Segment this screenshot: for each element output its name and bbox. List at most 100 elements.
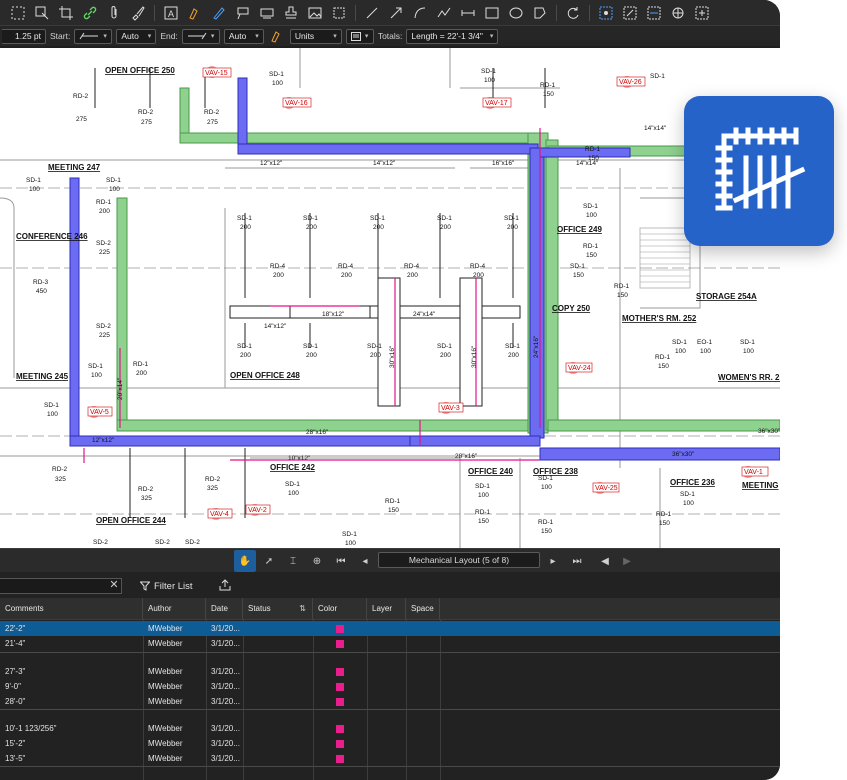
navigation-bar: ✋ ➚ ⌶ ⊕ ⏮ ◂ Mechanical Layout (5 of 8) ▸… bbox=[0, 548, 780, 572]
table-row[interactable]: 9'-0" MWebber 3/1/20... bbox=[0, 679, 780, 694]
svg-text:SD-1: SD-1 bbox=[237, 215, 252, 222]
svg-text:CONFERENCE 246: CONFERENCE 246 bbox=[16, 232, 88, 241]
totals-select[interactable]: Length = 22'-1 3/4" ▾ bbox=[406, 28, 499, 44]
svg-text:RD-1: RD-1 bbox=[656, 511, 672, 518]
calibrate-icon[interactable] bbox=[690, 2, 714, 24]
fill-color-icon[interactable] bbox=[268, 25, 286, 47]
brush-icon[interactable] bbox=[126, 2, 150, 24]
svg-text:10"x12": 10"x12" bbox=[288, 455, 311, 462]
forward-view-icon[interactable]: ▶ bbox=[616, 550, 638, 572]
column-author[interactable]: Author bbox=[143, 598, 206, 620]
column-space[interactable]: Space bbox=[406, 598, 440, 620]
previous-page-icon[interactable]: ◂ bbox=[354, 550, 376, 572]
callout-icon[interactable] bbox=[231, 2, 255, 24]
start-label: Start: bbox=[50, 31, 71, 41]
polygon-icon[interactable] bbox=[528, 2, 552, 24]
column-date[interactable]: Date bbox=[206, 598, 243, 620]
count-icon[interactable] bbox=[594, 2, 618, 24]
close-icon[interactable]: ✕ bbox=[106, 578, 122, 594]
start-auto-select[interactable]: Auto ▾ bbox=[116, 28, 157, 44]
author-cell: MWebber bbox=[148, 639, 183, 648]
totals-label: Totals: bbox=[377, 31, 403, 41]
zoom-icon[interactable]: ⊕ bbox=[306, 550, 328, 572]
svg-text:OFFICE 240: OFFICE 240 bbox=[468, 467, 513, 476]
measure-length-icon[interactable] bbox=[456, 2, 480, 24]
column-color[interactable]: Color bbox=[313, 598, 367, 620]
line-icon[interactable] bbox=[360, 2, 384, 24]
units-select[interactable]: Units ▾ bbox=[289, 28, 342, 44]
svg-text:OFFICE 236: OFFICE 236 bbox=[670, 478, 715, 487]
svg-text:SD-1: SD-1 bbox=[680, 491, 695, 498]
svg-text:VAV-17: VAV-17 bbox=[485, 100, 508, 107]
region-icon[interactable] bbox=[327, 2, 351, 24]
drawing-canvas[interactable]: VAV-15 VAV-16 VAV-17 VAV-26 VAV-5 VAV-3 … bbox=[0, 48, 780, 548]
rotate-icon[interactable] bbox=[561, 2, 585, 24]
rectangle-icon[interactable] bbox=[480, 2, 504, 24]
table-row[interactable]: 22'-2" MWebber 3/1/20... bbox=[0, 621, 780, 636]
highlighter-icon[interactable] bbox=[183, 2, 207, 24]
first-page-icon[interactable]: ⏮ bbox=[330, 550, 352, 572]
next-page-icon[interactable]: ▸ bbox=[542, 550, 564, 572]
end-auto-select[interactable]: Auto ▾ bbox=[223, 28, 264, 44]
markup-icon[interactable] bbox=[30, 2, 54, 24]
svg-text:SD-1: SD-1 bbox=[583, 203, 598, 210]
last-page-icon[interactable]: ⏭ bbox=[566, 550, 588, 572]
angle-icon[interactable] bbox=[666, 2, 690, 24]
column-status[interactable]: Status ⇅ bbox=[243, 598, 313, 620]
page-selector[interactable]: Mechanical Layout (5 of 8) bbox=[378, 552, 540, 568]
column-comments[interactable]: Comments bbox=[0, 598, 143, 620]
table-row[interactable]: 13'-5" MWebber 3/1/20... bbox=[0, 751, 780, 766]
table-row[interactable]: 21'-4" MWebber 3/1/20... bbox=[0, 636, 780, 651]
perimeter-icon[interactable] bbox=[642, 2, 666, 24]
svg-text:200: 200 bbox=[507, 224, 518, 231]
svg-text:12"x12": 12"x12" bbox=[260, 160, 283, 167]
svg-text:200: 200 bbox=[273, 272, 284, 279]
table-row[interactable]: 27'-3" MWebber 3/1/20... bbox=[0, 664, 780, 679]
select-pointer-icon[interactable]: ➚ bbox=[258, 550, 280, 572]
svg-text:SD-2: SD-2 bbox=[96, 323, 111, 330]
svg-text:200: 200 bbox=[370, 352, 381, 359]
pan-hand-icon[interactable]: ✋ bbox=[234, 550, 256, 572]
svg-text:VAV-2: VAV-2 bbox=[248, 507, 267, 514]
start-auto-value: Auto bbox=[121, 31, 139, 41]
markups-table-header: Comments Author Date Status ⇅ Color Layer… bbox=[0, 598, 780, 620]
layout-select[interactable]: ▾ bbox=[345, 28, 374, 44]
column-layer[interactable]: Layer bbox=[367, 598, 406, 620]
stamp-icon[interactable] bbox=[279, 2, 303, 24]
polyline-icon[interactable] bbox=[432, 2, 456, 24]
svg-text:SD-1: SD-1 bbox=[475, 483, 490, 490]
arc-icon[interactable] bbox=[408, 2, 432, 24]
line-width-field[interactable]: 1.25 pt bbox=[2, 28, 46, 44]
application-window: A 1.25 pt Start: ▾ Auto ▾ End: ▾ Auto ▾ bbox=[0, 0, 780, 780]
text-box-icon[interactable]: A bbox=[159, 2, 183, 24]
svg-text:VAV-24: VAV-24 bbox=[568, 365, 591, 372]
export-icon[interactable] bbox=[218, 578, 232, 592]
crop-icon[interactable] bbox=[54, 2, 78, 24]
attach-icon[interactable] bbox=[102, 2, 126, 24]
svg-text:100: 100 bbox=[288, 490, 299, 497]
search-input[interactable] bbox=[0, 578, 122, 594]
select-area-icon[interactable] bbox=[6, 2, 30, 24]
svg-text:100: 100 bbox=[586, 212, 597, 219]
end-style-select[interactable]: ▾ bbox=[181, 28, 220, 44]
area-icon[interactable] bbox=[618, 2, 642, 24]
table-row[interactable]: 10'-1 123/256" MWebber 3/1/20... bbox=[0, 721, 780, 736]
start-style-select[interactable]: ▾ bbox=[74, 28, 113, 44]
table-row[interactable]: 28'-0" MWebber 3/1/20... bbox=[0, 694, 780, 709]
ellipse-icon[interactable] bbox=[504, 2, 528, 24]
svg-text:100: 100 bbox=[47, 411, 58, 418]
back-view-icon[interactable]: ◀ bbox=[594, 550, 616, 572]
image-icon[interactable] bbox=[303, 2, 327, 24]
color-swatch bbox=[336, 725, 344, 733]
select-text-icon[interactable]: ⌶ bbox=[282, 550, 304, 572]
pen-icon[interactable] bbox=[207, 2, 231, 24]
dimension-icon[interactable] bbox=[255, 2, 279, 24]
column-settings-icon[interactable]: ⇅ bbox=[299, 598, 306, 620]
count-tally-icon bbox=[715, 127, 806, 211]
arrow-icon[interactable] bbox=[384, 2, 408, 24]
chevron-down-icon: ▾ bbox=[210, 33, 215, 40]
table-row[interactable]: 15'-2" MWebber 3/1/20... bbox=[0, 736, 780, 751]
date-cell: 3/1/20... bbox=[211, 682, 240, 691]
link-icon[interactable] bbox=[78, 2, 102, 24]
filter-list-button[interactable]: Filter List bbox=[140, 579, 193, 593]
